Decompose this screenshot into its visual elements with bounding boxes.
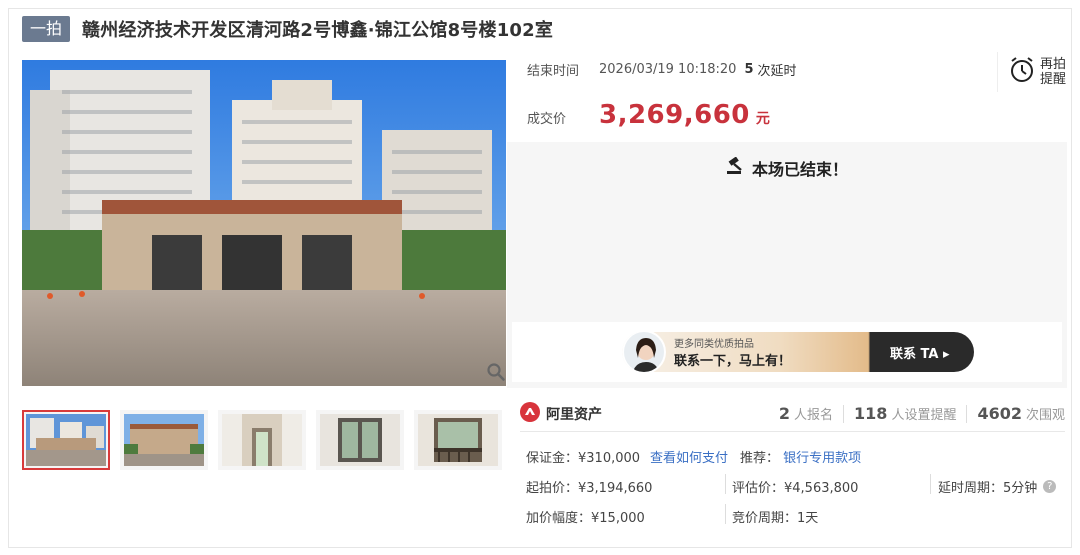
appraisal-value: 评估价：¥4,563,800	[732, 481, 859, 496]
thumbnail-1[interactable]	[22, 410, 110, 470]
contact-ta-button[interactable]: 联系 TA ▸	[890, 343, 950, 362]
price-unit: 元	[755, 111, 770, 127]
auction-ended-text: 本场已结束！	[751, 160, 848, 179]
alarm-clock-icon	[1009, 56, 1035, 88]
end-time-label: 结束时间	[527, 64, 580, 79]
start-price-value: 起拍价：¥3,194,660	[526, 481, 653, 496]
promo-line-1: 更多同类优质拍品	[674, 339, 754, 350]
bid-period: 竞价周期：1天	[732, 507, 818, 526]
stat-counters: 2 人报名 118 人设置提醒 4602 次围观	[779, 404, 1065, 423]
thumbnail-4[interactable]	[316, 410, 404, 470]
auction-ended-status: 本场已结束！	[507, 156, 1067, 180]
reminders-count: 118	[854, 404, 888, 423]
thumbnail-5[interactable]	[414, 410, 502, 470]
thumbnail-strip	[22, 410, 502, 470]
relist-reminder-button[interactable]: 再拍提醒	[997, 52, 1067, 92]
end-time-row: 结束时间 2026/03/19 10:18:20 5 次延时	[527, 60, 797, 79]
delay-period: 延时周期：5分钟 ?	[938, 477, 1057, 496]
gavel-icon	[726, 156, 746, 179]
stat-divider	[843, 404, 845, 423]
recommend-label: 推荐：	[740, 451, 780, 466]
ali-assets-logo-icon	[520, 401, 540, 426]
extension-count: 5	[744, 62, 754, 77]
auction-ended-area: 本场已结束！ 更多同类优质拍品 联系一下，马上有！ 联系 TA ▸	[507, 142, 1067, 388]
extension-label: 次延时	[757, 64, 797, 79]
stats-bar: 阿里资产 2 人报名 118 人设置提醒 4602 次围观	[520, 396, 1065, 432]
detail-divider	[930, 474, 931, 494]
agent-avatar	[622, 332, 666, 372]
stat-divider	[966, 404, 968, 423]
appraisal-price: 评估价：¥4,563,800	[732, 477, 858, 496]
bank-payment-link[interactable]: 银行专用款项	[783, 447, 861, 466]
final-price-row: 成交价 3,269,660 元	[527, 100, 770, 130]
detail-divider	[725, 474, 726, 494]
promo-line-2: 联系一下，马上有！	[674, 354, 792, 369]
round-badge: 一拍	[22, 16, 71, 42]
how-to-pay-link[interactable]: 查看如何支付	[650, 447, 728, 466]
final-price-value: 3,269,660	[599, 100, 750, 130]
start-price: 起拍价：¥3,194,660	[526, 477, 652, 496]
deposit-value: 保证金：¥310,000	[526, 451, 641, 466]
help-icon[interactable]: ?	[1043, 480, 1057, 493]
relist-reminder-label: 再拍提醒	[1039, 57, 1066, 87]
main-photo[interactable]	[22, 60, 506, 386]
property-photo	[22, 60, 506, 386]
brand: 阿里资产	[520, 401, 602, 426]
thumbnail-3[interactable]	[218, 410, 306, 470]
signups-label: 人报名	[794, 408, 834, 423]
bid-period-value: 竞价周期：1天	[732, 511, 819, 526]
watchers-label: 次围观	[1025, 408, 1065, 423]
thumbnail-2[interactable]	[120, 410, 208, 470]
signups-count: 2	[778, 404, 791, 423]
watchers-count: 4602	[977, 404, 1022, 423]
end-time-value: 2026/03/19 10:18:20	[599, 62, 737, 77]
deposit-row: 保证金：¥310,000 查看如何支付 推荐： 银行专用款项	[526, 447, 861, 466]
contact-promo-banner[interactable]: 更多同类优质拍品 联系一下，马上有！ 联系 TA ▸	[622, 332, 974, 372]
increment-value: 加价幅度：¥15,000	[526, 511, 645, 526]
brand-name: 阿里资产	[546, 406, 602, 423]
reminders-label: 人设置提醒	[891, 408, 957, 423]
title-row: 一拍 赣州经济技术开发区清河路2号博鑫·锦江公馆8号楼102室	[22, 14, 553, 44]
delay-period-value: 延时周期：5分钟	[938, 481, 1038, 496]
detail-divider	[725, 504, 726, 524]
final-price-label: 成交价	[527, 112, 567, 127]
auction-title: 赣州经济技术开发区清河路2号博鑫·锦江公馆8号楼102室	[82, 20, 554, 41]
promo-banner-strip: 更多同类优质拍品 联系一下，马上有！ 联系 TA ▸	[512, 322, 1062, 382]
increment: 加价幅度：¥15,000	[526, 507, 645, 526]
zoom-icon[interactable]	[486, 362, 506, 382]
auction-info-box: 结束时间 2026/03/19 10:18:20 5 次延时 成交价 3,269…	[507, 44, 1067, 140]
